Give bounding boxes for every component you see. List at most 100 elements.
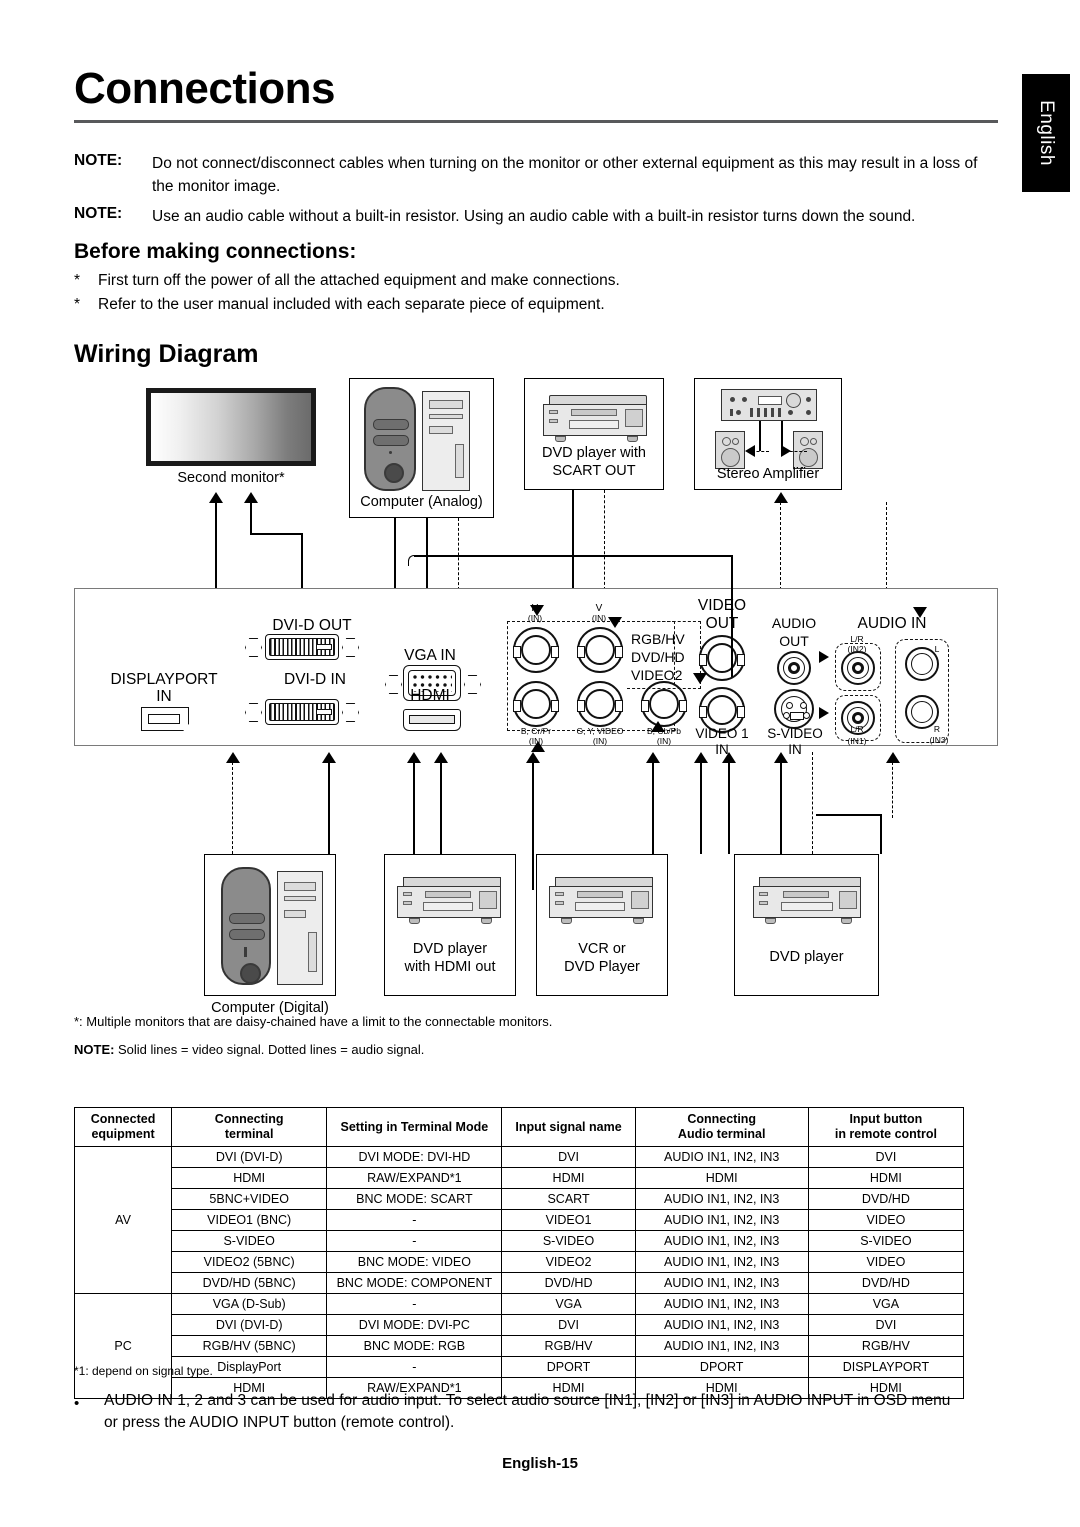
language-tab-label: English [1036,100,1057,166]
dvi-d-out-port[interactable] [265,634,339,660]
note-2-text: Use an audio cable without a built-in re… [152,208,916,225]
dvd-scart-box: DVD player with SCART OUT [524,378,664,490]
bnc-h-port[interactable] [513,627,559,673]
cell-audio: AUDIO IN1, IN2, IN3 [634,1230,809,1252]
vcr-dvd-icon [549,877,653,924]
table-header-row: Connected equipment Connecting terminal … [73,1107,965,1147]
cell-setting: BNC MODE: COMPONENT [326,1272,503,1294]
cell-setting: - [326,1230,503,1252]
th-connected-equipment-l1: Connected [90,1112,156,1126]
th-input-signal-name: Input signal name [501,1107,636,1147]
th-input-button-l2: in remote control [834,1127,937,1141]
speaker-right-icon [793,431,823,469]
cell-terminal: 5BNC+VIDEO [171,1188,328,1210]
title-divider [74,120,998,123]
arrow-audio-in3-bottom [886,752,900,763]
cell-button: VIDEO [807,1251,965,1273]
dvd-hdmi-box: DVD player with HDMI out [384,854,516,996]
before-item-1-text: First turn off the power of all the atta… [98,272,620,289]
dvd-player-box: DVD player [734,854,879,996]
th-connecting-terminal-l2: terminal [224,1127,274,1141]
th-connected-equipment: Connected equipment [73,1107,173,1147]
cell-terminal: DVD/HD (5BNC) [171,1272,328,1294]
label-audio-in1-lr: L/R [850,724,864,734]
hdmi-port[interactable] [403,709,461,731]
dvd-scart-icon [543,395,647,442]
bnc-b-crpr-port[interactable] [513,681,559,727]
cell-button: VGA [807,1293,965,1315]
label-audio-out-1: AUDIO [771,615,817,631]
cell-audio: AUDIO IN1, IN2, IN3 [634,1146,809,1168]
before-connections-heading: Before making connections: [74,240,357,263]
manual-page: English Connections NOTE: Do not connect… [0,0,1080,1527]
audio-in2-port[interactable] [841,651,875,685]
vcr-dvd-box: VCR or DVD Player [536,854,668,996]
arrow-bnc-b-crpr-up [531,741,545,752]
amplifier-icon [721,389,817,421]
dvi-in-screw-left-icon [245,703,262,722]
pc-tower-digital-icon [277,871,323,985]
bnc-gy-video-port[interactable] [577,681,623,727]
group-label-av: AV [73,1146,173,1294]
cell-audio: HDMI [634,1167,809,1189]
group-label-pc: PC [73,1293,173,1399]
computer-digital-box [204,854,336,996]
note-1-text: Do not connect/disconnect cables when tu… [152,155,978,195]
wire-arrow-amplifier [774,492,788,503]
diagram-footnote-star: *: Multiple monitors that are daisy-chai… [74,1014,553,1029]
label-vga-in: VGA IN [404,647,456,664]
cell-setting: RAW/EXPAND*1 [326,1167,503,1189]
label-video-out-1: VIDEO [697,597,747,614]
cell-signal: DVI [501,1146,636,1168]
mac-tower-digital-icon [221,867,271,985]
cell-audio: AUDIO IN1, IN2, IN3 [634,1314,809,1336]
label-audio-in3: (IN3) [929,735,949,745]
cell-button: RGB/HV [807,1335,965,1357]
displayport-in-port[interactable] [141,707,189,731]
cell-terminal: VIDEO1 (BNC) [171,1209,328,1231]
label-dvi-d-out: DVI-D OUT [272,617,352,634]
stereo-amplifier-box: Stereo Amplifier [694,378,842,490]
dvi-d-in-port[interactable] [265,699,339,725]
cell-button: VIDEO [807,1209,965,1231]
cell-audio: AUDIO IN1, IN2, IN3 [634,1251,809,1273]
speaker-left-icon [715,431,745,469]
table-row: VIDEO1 (BNC) - VIDEO1 AUDIO IN1, IN2, IN… [75,1209,965,1231]
arrow-bnc-b-cbpb-up [651,721,665,732]
label-svideo-in-2: IN [788,742,802,757]
computer-analog-caption: Computer (Analog) [360,494,483,510]
connection-table: Connected equipment Connecting terminal … [73,1107,965,1399]
cell-signal: SCART [501,1188,636,1210]
arrow-bnc-h [530,605,544,616]
note-2-label: NOTE: [74,205,123,222]
cell-setting: BNC MODE: SCART [326,1188,503,1210]
table-row: HDMI RAW/EXPAND*1 HDMI HDMI HDMI [75,1167,965,1189]
audio-out-port[interactable] [777,651,811,685]
arrow-audio-in3 [913,607,927,618]
cell-terminal: S-VIDEO [171,1230,328,1252]
diagram-note-label: NOTE: [74,1042,115,1057]
before-item-2-marker: * [74,296,81,313]
cell-button: DISPLAYPORT [807,1356,965,1378]
s-video-in-port[interactable] [774,689,814,729]
page-title: Connections [74,64,335,113]
cell-signal: DVD/HD [501,1272,636,1294]
dvi-out-screw-left-icon [245,638,262,657]
language-tab: English [1022,74,1070,192]
cell-audio: AUDIO IN1, IN2, IN3 [634,1209,809,1231]
table-footnote: *1: depend on signal type. [74,1364,213,1378]
cell-setting: - [326,1293,503,1315]
cell-signal: VGA [501,1293,636,1315]
table-row: 5BNC+VIDEO BNC MODE: SCART SCART AUDIO I… [75,1188,965,1210]
label-audio-in1: (IN1) [847,736,867,746]
th-audio-terminal-l1: Connecting [687,1112,757,1126]
th-audio-terminal-l2: Audio terminal [677,1127,766,1141]
bnc-v-port[interactable] [577,627,623,673]
dvd-player-icon [753,877,861,924]
cell-terminal: VIDEO2 (5BNC) [171,1251,328,1273]
cell-audio: AUDIO IN1, IN2, IN3 [634,1293,809,1315]
cell-audio: DPORT [634,1356,809,1378]
table-row: DVD/HD (5BNC) BNC MODE: COMPONENT DVD/HD… [75,1272,965,1294]
mac-tower-icon [364,387,416,491]
cell-button: HDMI [807,1167,965,1189]
